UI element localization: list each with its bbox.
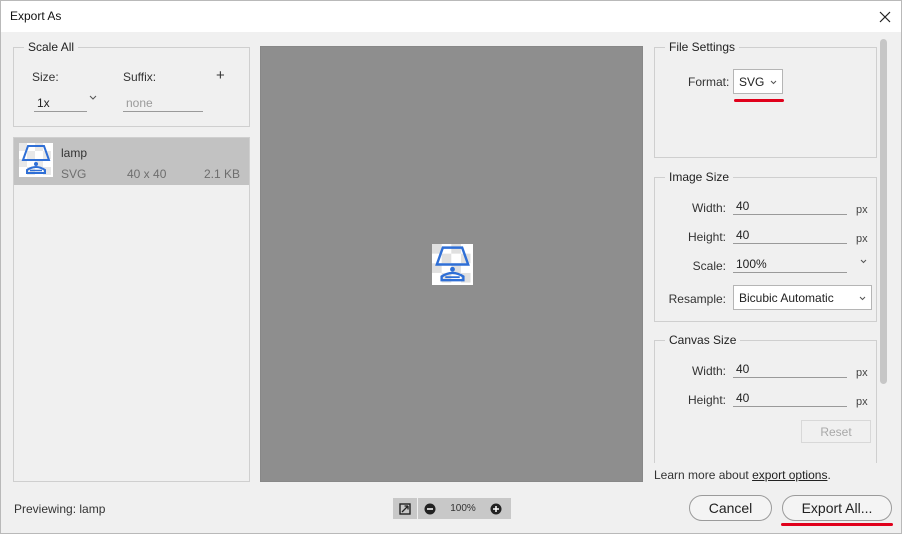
- chevron-down-icon: [860, 259, 867, 264]
- file-dimensions: 40 x 40: [127, 167, 167, 181]
- lamp-thumbnail-icon: [19, 143, 53, 177]
- size-select[interactable]: 1x: [34, 96, 87, 112]
- learn-more-text: Learn more about export options.: [654, 468, 831, 482]
- canvas-width-input[interactable]: 40: [733, 362, 847, 378]
- add-scale-button[interactable]: +: [216, 67, 225, 84]
- zoom-level: 100%: [450, 503, 476, 514]
- suffix-input[interactable]: none: [123, 96, 203, 112]
- image-size-group: Image Size Width: 40 px Height: 40 px Sc…: [654, 170, 877, 322]
- resample-label: Resample:: [668, 292, 726, 306]
- canvas-width-unit: px: [856, 367, 868, 379]
- image-height-unit: px: [856, 233, 868, 245]
- resample-select[interactable]: Bicubic Automatic: [733, 285, 872, 310]
- learn-more-prefix: Learn more about: [654, 468, 753, 482]
- format-select[interactable]: SVG: [733, 69, 783, 94]
- suffix-label: Suffix:: [123, 70, 157, 84]
- window-title: Export As: [10, 9, 62, 23]
- lamp-preview-image: [432, 244, 473, 285]
- export-as-dialog: Export As Scale All Size: Suffix: + 1x n…: [0, 0, 902, 534]
- canvas-width-label: Width:: [691, 364, 726, 378]
- fit-to-view-button[interactable]: [393, 498, 417, 519]
- zoom-out-icon: [424, 503, 436, 514]
- file-list: lamp SVG 40 x 40 2.1 KB: [13, 137, 250, 482]
- format-label: Format:: [688, 75, 730, 89]
- chevron-down-icon: [89, 95, 97, 100]
- file-size: 2.1 KB: [203, 167, 240, 181]
- title-bar: Export As: [1, 1, 901, 32]
- zoom-toolbar: 100%: [393, 498, 511, 519]
- canvas-height-input[interactable]: 40: [733, 391, 847, 407]
- close-button[interactable]: [869, 1, 901, 32]
- chevron-down-icon: [859, 296, 866, 301]
- format-value: SVG: [739, 74, 765, 89]
- canvas-size-group: Canvas Size Width: 40 px Height: 40 px R…: [654, 333, 877, 463]
- scale-all-legend: Scale All: [24, 40, 79, 54]
- size-label: Size:: [32, 70, 59, 84]
- settings-pane: File Settings Format: SVG Image Size Wid…: [649, 35, 889, 463]
- scale-all-group: Scale All Size: Suffix: + 1x none: [13, 40, 250, 127]
- previewing-label: Previewing:: [14, 502, 77, 516]
- resample-value: Bicubic Automatic: [739, 290, 834, 305]
- image-height-input[interactable]: 40: [733, 228, 847, 244]
- image-height-label: Height:: [687, 230, 726, 244]
- cancel-button[interactable]: Cancel: [689, 495, 772, 521]
- learn-more-suffix: .: [827, 468, 831, 482]
- previewing-name: lamp: [79, 502, 106, 516]
- zoom-in-button[interactable]: [484, 498, 508, 519]
- zoom-in-icon: [490, 503, 502, 514]
- file-type: SVG: [61, 167, 87, 181]
- export-options-link[interactable]: export options: [752, 468, 827, 482]
- file-row-lamp[interactable]: lamp SVG 40 x 40 2.1 KB: [14, 138, 249, 185]
- canvas-height-unit: px: [856, 396, 868, 408]
- scale-label: Scale:: [692, 259, 726, 273]
- chevron-down-icon: [770, 80, 777, 85]
- export-all-button[interactable]: Export All...: [782, 495, 892, 521]
- fit-view-icon: [399, 502, 411, 515]
- scrollbar-thumb[interactable]: [880, 39, 887, 384]
- canvas-width-value: 40: [736, 362, 750, 376]
- file-settings-legend: File Settings: [665, 40, 740, 54]
- file-settings-group: File Settings Format: SVG: [654, 40, 877, 158]
- image-size-legend: Image Size: [665, 170, 734, 184]
- image-width-value: 40: [736, 199, 750, 213]
- scale-select[interactable]: 100%: [733, 257, 847, 273]
- reset-button[interactable]: Reset: [801, 420, 871, 443]
- previewing-status: Previewing: lamp: [14, 502, 105, 516]
- file-name: lamp: [61, 146, 88, 160]
- image-width-unit: px: [856, 204, 868, 216]
- image-height-value: 40: [736, 228, 750, 242]
- image-width-label: Width:: [691, 201, 726, 215]
- scale-value: 100%: [736, 257, 767, 271]
- close-icon: [879, 11, 891, 22]
- canvas-height-value: 40: [736, 391, 750, 405]
- preview-canvas[interactable]: [260, 46, 643, 482]
- image-width-input[interactable]: 40: [733, 199, 847, 215]
- suffix-placeholder: none: [126, 96, 153, 110]
- size-value: 1x: [37, 96, 50, 110]
- canvas-height-label: Height:: [687, 393, 726, 407]
- zoom-out-button[interactable]: [418, 498, 442, 519]
- canvas-size-legend: Canvas Size: [665, 333, 741, 347]
- format-highlight-mark: [734, 99, 784, 102]
- settings-scrollbar[interactable]: [877, 39, 889, 461]
- export-highlight-mark: [781, 523, 893, 526]
